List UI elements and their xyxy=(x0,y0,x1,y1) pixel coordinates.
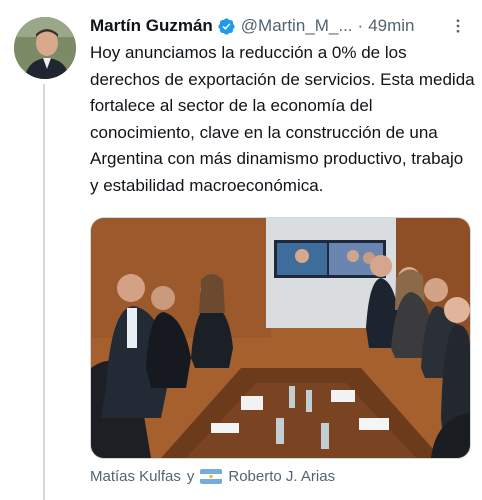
more-options-icon[interactable] xyxy=(448,16,468,36)
avatar-photo xyxy=(14,17,76,79)
display-name[interactable]: Martín Guzmán xyxy=(90,16,213,36)
avatar[interactable] xyxy=(14,17,76,79)
verified-badge-icon xyxy=(217,17,236,36)
tagged-users: Matías Kulfas y Roberto J. Arias xyxy=(90,465,335,487)
tagged-user-2[interactable]: Roberto J. Arias xyxy=(228,468,335,485)
tweet-photo[interactable] xyxy=(90,217,471,459)
meeting-photo xyxy=(91,218,470,458)
tag-separator: y xyxy=(186,467,195,485)
timestamp[interactable]: 49min xyxy=(368,16,414,36)
argentina-flag-icon xyxy=(200,468,223,484)
user-handle[interactable]: @Martin_M_... xyxy=(241,16,353,36)
tweet-header: Martín Guzmán @Martin_M_... · 49min xyxy=(90,14,468,38)
tweet-text: Hoy anunciamos la reducción a 0% de los … xyxy=(90,43,475,195)
separator-dot: · xyxy=(357,16,364,35)
tagged-user-1[interactable]: Matías Kulfas xyxy=(90,468,181,485)
thread-line xyxy=(43,84,45,500)
